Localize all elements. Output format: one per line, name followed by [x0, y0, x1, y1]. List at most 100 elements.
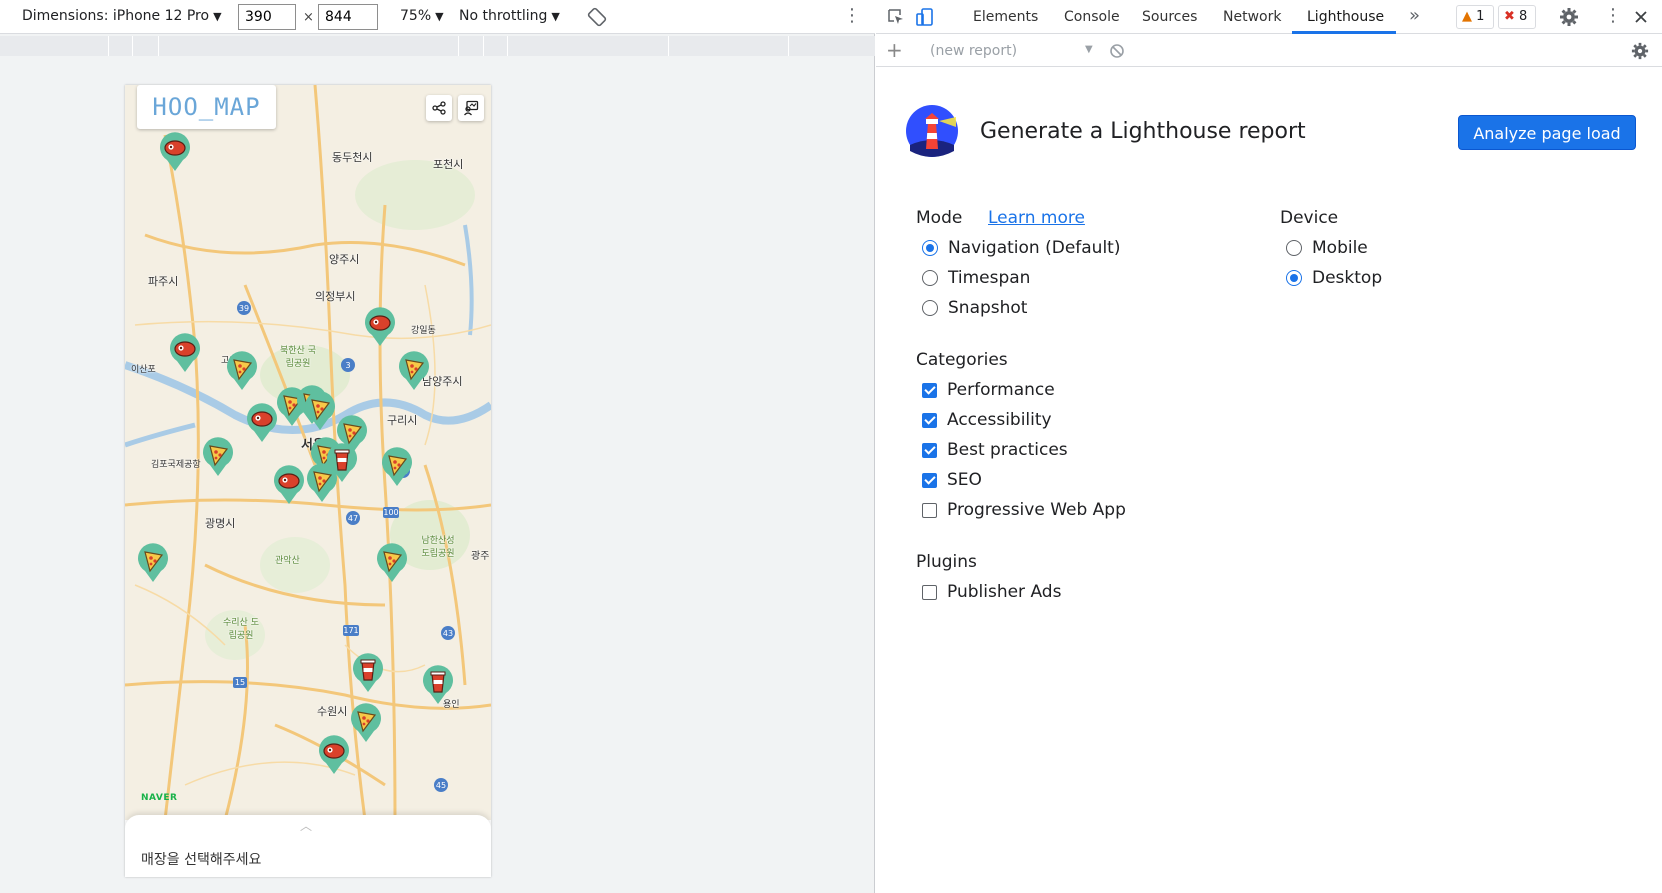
tab-sources[interactable]: Sources: [1142, 9, 1197, 25]
drink-store-marker-icon[interactable]: [421, 665, 455, 705]
svg-text:171: 171: [343, 626, 358, 635]
category-accessibility[interactable]: Accessibility: [922, 410, 1052, 430]
app-logo[interactable]: HOO_MAP: [137, 85, 276, 129]
meat-store-marker-icon[interactable]: [363, 307, 397, 347]
radio-button[interactable]: [922, 270, 938, 286]
category-best-practices[interactable]: Best practices: [922, 440, 1068, 460]
zoom-value: 75%: [400, 8, 432, 24]
pizza-store-marker-icon[interactable]: [136, 543, 170, 583]
map-place-label: 파주시: [148, 275, 179, 288]
radio-button[interactable]: [1286, 240, 1302, 256]
checkbox[interactable]: [922, 382, 937, 398]
report-selector[interactable]: (new report): [930, 43, 1017, 59]
device-option-desktop[interactable]: Desktop: [1286, 268, 1382, 288]
mode-option-timespan[interactable]: Timespan: [922, 268, 1030, 288]
map-place-label: 수원시: [317, 705, 348, 718]
customize-menu-icon[interactable]: ⋮: [1604, 5, 1622, 26]
tab-lighthouse[interactable]: Lighthouse: [1307, 9, 1384, 25]
device-dimensions-dropdown[interactable]: Dimensions: iPhone 12 Pro ▼: [22, 8, 222, 24]
pizza-store-marker-icon[interactable]: [305, 463, 339, 503]
close-icon[interactable]: [1631, 7, 1651, 27]
device-toggle-icon[interactable]: [915, 7, 935, 27]
times-separator: ×: [303, 10, 314, 25]
throttling-value: No throttling: [459, 8, 548, 24]
inspect-element-icon[interactable]: [886, 7, 906, 27]
tab-console[interactable]: Console: [1064, 9, 1120, 25]
category-seo[interactable]: SEO: [922, 470, 982, 490]
meat-store-marker-icon[interactable]: [272, 465, 306, 505]
category-pwa[interactable]: Progressive Web App: [922, 500, 1126, 520]
pizza-store-marker-icon[interactable]: [225, 351, 259, 391]
map-place-label: 구리시: [387, 414, 418, 427]
share-button[interactable]: [426, 95, 452, 121]
errors-badge[interactable]: ✖ 8: [1498, 5, 1536, 29]
svg-text:100: 100: [383, 508, 398, 517]
mode-option-label: Timespan: [948, 268, 1031, 288]
plugin-publisher-ads[interactable]: Publisher Ads: [922, 582, 1061, 602]
svg-text:3: 3: [345, 361, 350, 370]
mode-option-label: Navigation (Default): [948, 238, 1121, 258]
radio-button[interactable]: [1286, 270, 1302, 286]
more-options-icon[interactable]: ⋮: [843, 6, 861, 26]
device-option-mobile[interactable]: Mobile: [1286, 238, 1368, 258]
sheet-handle-icon[interactable]: ︿: [300, 817, 312, 834]
map-place-label: 강일동: [411, 326, 436, 336]
checkbox[interactable]: [922, 412, 937, 428]
meat-store-marker-icon[interactable]: [245, 403, 279, 443]
category-label: Best practices: [947, 440, 1068, 460]
map-place-label: 수리산 도립공원: [223, 618, 259, 641]
pizza-store-marker-icon[interactable]: [303, 391, 337, 431]
learn-more-link[interactable]: Learn more: [988, 208, 1085, 228]
device-height-input[interactable]: [318, 4, 378, 30]
settings-gear-icon[interactable]: [1559, 7, 1579, 27]
warnings-badge[interactable]: ▲ 1: [1456, 5, 1494, 29]
media-query-ruler[interactable]: [0, 36, 875, 56]
checkbox[interactable]: [922, 442, 937, 458]
map-place-label: 광명시: [205, 517, 236, 530]
tab-network[interactable]: Network: [1223, 9, 1281, 25]
pizza-store-marker-icon[interactable]: [380, 447, 414, 487]
naver-logo: NAVER: [141, 793, 178, 803]
tab-elements[interactable]: Elements: [973, 9, 1038, 25]
pizza-store-marker-icon[interactable]: [397, 351, 431, 391]
device-toolbar: Dimensions: iPhone 12 Pro▼ × 75%▼ No thr…: [0, 0, 875, 34]
zoom-dropdown[interactable]: 75% ▼: [400, 8, 444, 24]
radio-button[interactable]: [922, 300, 938, 316]
meat-store-marker-icon[interactable]: [317, 735, 351, 775]
category-performance[interactable]: Performance: [922, 380, 1055, 400]
pizza-store-marker-icon[interactable]: [349, 703, 383, 743]
bottom-sheet[interactable]: ︿ 매장을 선택해주세요: [125, 815, 491, 877]
pizza-store-marker-icon[interactable]: [375, 543, 409, 583]
analyze-page-load-button[interactable]: Analyze page load: [1458, 115, 1636, 150]
chevron-down-icon: ▼: [1085, 44, 1093, 55]
mode-option-navigation[interactable]: Navigation (Default): [922, 238, 1120, 258]
throttling-dropdown[interactable]: No throttling ▼: [459, 8, 560, 24]
new-report-button[interactable]: +: [886, 39, 903, 61]
lighthouse-settings-icon[interactable]: [1631, 42, 1649, 60]
checkbox[interactable]: [922, 584, 937, 600]
map-place-label: 이산포: [131, 365, 156, 375]
category-label: SEO: [947, 470, 982, 490]
categories-label: Categories: [916, 350, 1008, 370]
plugin-label: Publisher Ads: [947, 582, 1062, 602]
meat-store-marker-icon[interactable]: [158, 132, 192, 172]
error-icon: ✖: [1504, 9, 1515, 24]
svg-text:45: 45: [436, 781, 446, 790]
more-tabs-icon[interactable]: »: [1409, 5, 1420, 26]
map-place-label: 의정부시: [315, 290, 356, 303]
device-width-input[interactable]: [238, 4, 296, 30]
map-place-label: 김포국제공항: [151, 460, 201, 470]
pizza-store-marker-icon[interactable]: [201, 437, 235, 477]
clear-report-icon[interactable]: [1109, 43, 1125, 59]
radio-button[interactable]: [922, 240, 938, 256]
drink-store-marker-icon[interactable]: [351, 653, 385, 693]
mode-option-snapshot[interactable]: Snapshot: [922, 298, 1027, 318]
svg-text:43: 43: [443, 629, 453, 638]
meat-store-marker-icon[interactable]: [168, 333, 202, 373]
rotate-icon[interactable]: [587, 7, 607, 27]
checkbox[interactable]: [922, 472, 937, 488]
plugins-label: Plugins: [916, 552, 977, 572]
map-view[interactable]: 39 3 47 43 43 45 100 171 15 동두천시 포천시 양주시…: [125, 85, 491, 820]
checkbox[interactable]: [922, 502, 937, 518]
feedback-button[interactable]: [458, 95, 484, 121]
